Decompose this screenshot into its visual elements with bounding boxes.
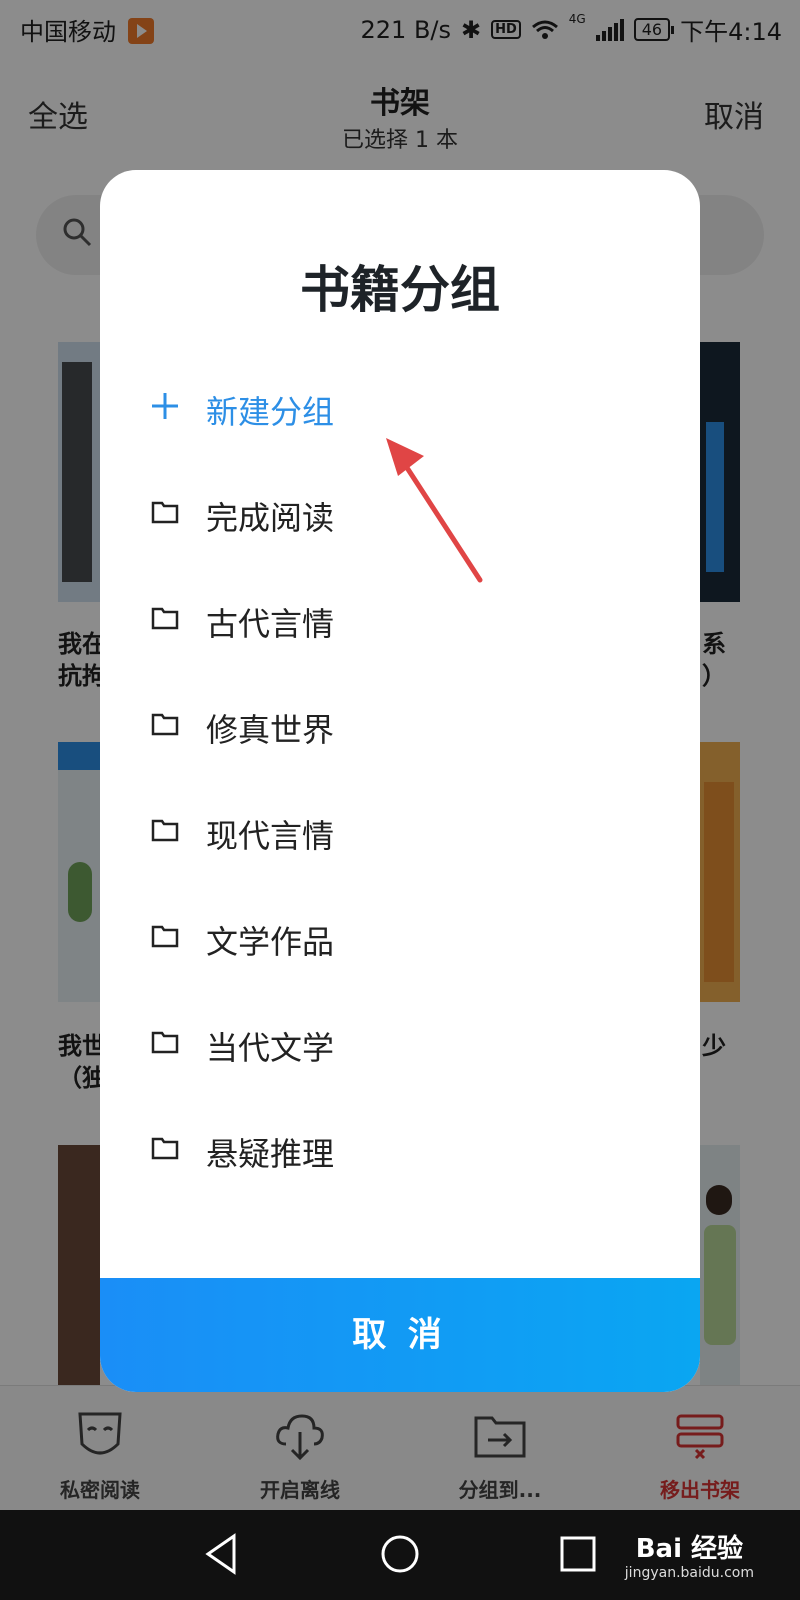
book-group-dialog: 书籍分组 新建分组 完成阅读 古代言情 修真世界 现代言情 文学作品 当代文学 … <box>100 170 700 1392</box>
home-icon[interactable] <box>378 1532 422 1576</box>
folder-icon <box>151 819 179 842</box>
group-label: 修真世界 <box>206 711 335 749</box>
folder-icon <box>151 1137 179 1160</box>
plus-icon <box>152 393 178 419</box>
new-group-label: 新建分组 <box>206 393 335 431</box>
folder-icon <box>151 501 179 524</box>
annotation-arrow-icon <box>386 438 483 583</box>
folder-icon <box>151 1031 179 1054</box>
folder-icon <box>151 925 179 948</box>
dialog-title: 书籍分组 <box>300 261 500 319</box>
folder-icon <box>151 607 179 630</box>
group-item[interactable]: 修真世界 <box>100 671 700 777</box>
group-item[interactable]: 文学作品 <box>100 883 700 989</box>
group-label: 文学作品 <box>206 923 335 961</box>
recents-icon[interactable] <box>556 1532 600 1576</box>
group-label: 悬疑推理 <box>206 1135 335 1173</box>
group-label: 现代言情 <box>206 817 335 855</box>
group-item[interactable]: 当代文学 <box>100 989 700 1095</box>
system-nav-bar: Bai 经验 jingyan.baidu.com <box>0 1510 800 1600</box>
baidu-watermark: Bai 经验 jingyan.baidu.com <box>624 1534 754 1581</box>
group-item[interactable]: 悬疑推理 <box>100 1095 700 1201</box>
folder-icon <box>151 713 179 736</box>
group-item[interactable]: 现代言情 <box>100 777 700 883</box>
group-label: 古代言情 <box>206 605 335 643</box>
group-label: 当代文学 <box>206 1029 335 1067</box>
back-icon[interactable] <box>200 1532 244 1576</box>
dialog-cancel-button[interactable]: 取 消 <box>100 1278 700 1392</box>
group-label: 完成阅读 <box>206 499 335 537</box>
